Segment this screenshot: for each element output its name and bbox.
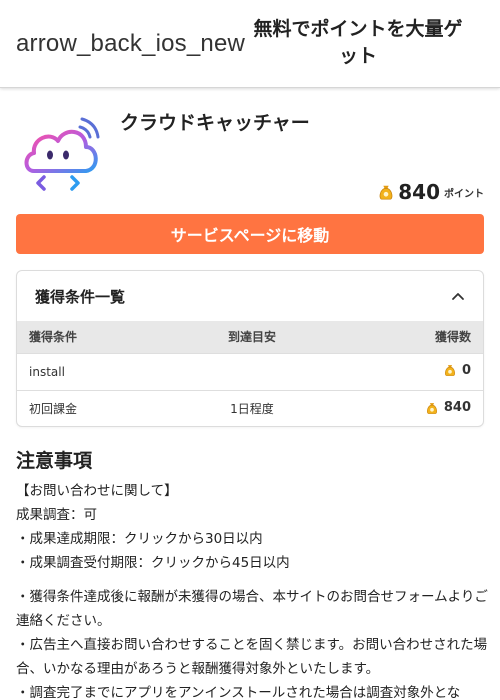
points-value: 840 (443, 400, 471, 415)
back-button[interactable]: arrow_back_ios_new (16, 30, 245, 58)
table-row: 初回課金 1日程度 840 (17, 389, 483, 426)
app-name: クラウドキャッチャー (120, 112, 310, 134)
points-unit: ポイント (444, 188, 484, 200)
column-header: 到達目安 (227, 330, 276, 345)
points-cell: 0 (327, 352, 483, 390)
conditions-table: 獲得条件 到達目安 獲得数 install 0 初回課金 1日程度 840 (17, 321, 483, 426)
condition-cell: 初回課金 (17, 389, 177, 426)
notes-line: ・獲得条件達成後に報酬が未獲得の場合、本サイトのお問合せフォームよりご連絡くださ… (16, 589, 488, 629)
app-header: arrow_back_ios_new 無料でポイントを大量ゲット (0, 0, 500, 88)
table-header-row: 獲得条件 到達目安 獲得数 (17, 321, 483, 353)
chevron-up-icon[interactable] (451, 289, 465, 303)
notes-line: ・成果達成期限：クリックから30日以内 (16, 531, 263, 547)
notes-line: 【お問い合わせに関して】 (16, 483, 178, 499)
coin-bag-icon (379, 185, 393, 200)
column-header: 獲得数 (434, 330, 471, 345)
points-cell: 840 (327, 389, 483, 426)
notes-section: 注意事項 【お問い合わせに関して】 成果調査：可 ・成果達成期限：クリックから3… (16, 446, 490, 700)
table-row: install 0 (17, 352, 483, 390)
eta-cell: 1日程度 (177, 389, 327, 426)
eta-cell (177, 352, 327, 390)
notes-line: ・広告主へ直接お問い合わせすることを固く禁じます。お問い合わせされた場合、いかな… (16, 637, 488, 677)
page-title: 無料でポイントを大量ゲット (253, 18, 463, 67)
notes-line: 成果調査：可 (16, 507, 97, 523)
coin-bag-icon (445, 365, 455, 377)
coin-bag-icon (426, 402, 437, 414)
service-page-button[interactable]: サービスページに移動 (16, 214, 484, 254)
points-value: 840 (398, 180, 440, 204)
condition-cell: install (17, 352, 177, 390)
conditions-panel: 獲得条件一覧 獲得条件 到達目安 獲得数 install 0 初回課金 1日程度… (16, 270, 484, 427)
conditions-title: 獲得条件一覧 (35, 287, 126, 306)
points-value: 0 (461, 362, 471, 378)
notes-title: 注意事項 (16, 450, 93, 472)
app-points: 840 ポイント (377, 180, 484, 204)
notes-line: ・成果調査受付期限：クリックから45日以内 (16, 555, 290, 571)
notes-line: ・調査完了までにアプリをアンインストールされた場合は調査対象外とな (16, 685, 461, 700)
cloud-catcher-logo-icon (24, 117, 100, 191)
column-header: 獲得条件 (29, 330, 78, 345)
conditions-toggle[interactable]: 獲得条件一覧 (17, 271, 483, 321)
